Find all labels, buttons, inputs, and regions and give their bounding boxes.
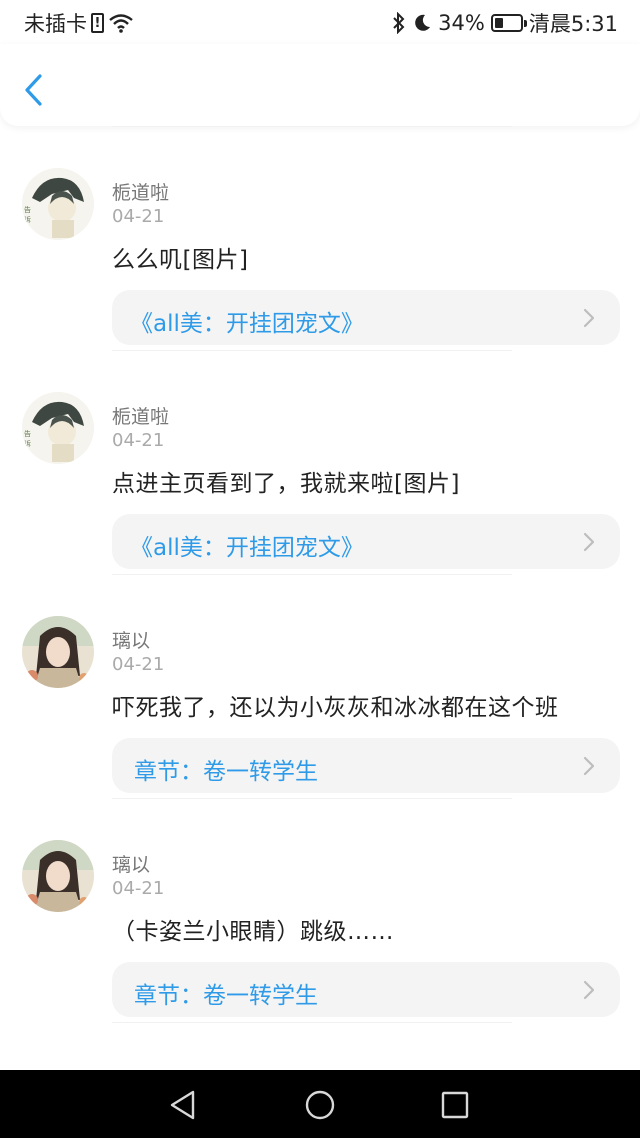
divider: [112, 350, 512, 351]
comment-text: 点进主页看到了，我就来啦[图片]: [112, 471, 460, 497]
reference-card[interactable]: 《all美：开挂团宠文》: [112, 514, 620, 569]
comment-date: 04-21: [112, 654, 165, 675]
comment-item: 告 诉 栀道啦 04-21 点进主页看到了，我就来啦[图片] 《all美：开挂团…: [0, 350, 640, 574]
username[interactable]: 璃以: [112, 850, 150, 877]
clock: 清晨5:31: [528, 12, 618, 36]
svg-text:告: 告: [24, 205, 31, 214]
comment-date: 04-21: [112, 878, 165, 899]
chevron-right-icon: [583, 756, 595, 776]
header: [0, 44, 640, 126]
divider: [112, 126, 512, 127]
avatar[interactable]: [22, 616, 94, 688]
comment-date: 04-21: [112, 206, 165, 227]
comment-item: 告 诉 栀道啦 04-21 么么叽[图片] 《all美：开挂团宠文》: [0, 126, 640, 350]
battery-fill: [494, 18, 503, 28]
comment-text: 吓死我了，还以为小灰灰和冰冰都在这个班: [112, 695, 559, 721]
status-right: 34% 清晨5:31: [392, 8, 618, 38]
svg-text:诉: 诉: [24, 215, 31, 224]
reference-title: 《all美：开挂团宠文》: [130, 311, 364, 337]
comment-item: 璃以 04-21 （卡姿兰小眼睛）跳级…… 章节：卷一转学生: [0, 798, 640, 1022]
reference-title: 章节：卷一转学生: [134, 759, 318, 785]
comment-text: （卡姿兰小眼睛）跳级……: [112, 919, 394, 945]
battery-icon: [490, 14, 527, 32]
carrier-label: 未插卡: [24, 12, 87, 36]
battery-cap: [523, 20, 527, 27]
chevron-right-icon: [583, 308, 595, 328]
divider: [112, 574, 512, 575]
avatar[interactable]: 告 诉: [22, 392, 94, 464]
username[interactable]: 栀道啦: [112, 402, 169, 429]
back-triangle-icon[interactable]: [166, 1088, 200, 1122]
comment-item: 璃以 04-21 吓死我了，还以为小灰灰和冰冰都在这个班 章节：卷一转学生: [0, 574, 640, 798]
username[interactable]: 栀道啦: [112, 178, 169, 205]
reference-card[interactable]: 章节：卷一转学生: [112, 962, 620, 1017]
avatar[interactable]: 告 诉: [22, 168, 94, 240]
bluetooth-icon: [393, 12, 405, 34]
reference-title: 章节：卷一转学生: [134, 983, 318, 1009]
status-bar: 未插卡 ! 34% 清晨5:31: [0, 0, 640, 44]
reference-card[interactable]: 章节：卷一转学生: [112, 738, 620, 793]
screen: 未插卡 ! 34% 清晨5:31 告 诉 栀道啦 04-21 么么叽[图片] 《…: [0, 0, 640, 1138]
svg-text:诉: 诉: [24, 439, 31, 448]
home-circle-icon[interactable]: [303, 1088, 337, 1122]
svg-text:告: 告: [24, 429, 31, 438]
moon-icon: [415, 14, 431, 31]
comment-item-partial: [0, 1022, 640, 1070]
comment-date: 04-21: [112, 430, 165, 451]
reference-card[interactable]: 《all美：开挂团宠文》: [112, 290, 620, 345]
chevron-right-icon: [583, 532, 595, 552]
battery-percent: 34%: [438, 11, 485, 35]
avatar[interactable]: [22, 840, 94, 912]
username[interactable]: 璃以: [112, 626, 150, 653]
chevron-right-icon: [583, 980, 595, 1000]
status-left: 未插卡 !: [24, 8, 134, 38]
sim-alert-icon: !: [91, 13, 104, 33]
divider: [112, 1022, 512, 1023]
recents-square-icon[interactable]: [438, 1088, 472, 1122]
navigation-bar: [0, 1070, 640, 1138]
chevron-left-icon[interactable]: [18, 70, 52, 110]
divider: [112, 798, 512, 799]
reference-title: 《all美：开挂团宠文》: [130, 535, 364, 561]
comment-text: 么么叽[图片]: [112, 247, 249, 273]
wifi-icon: [109, 14, 133, 33]
